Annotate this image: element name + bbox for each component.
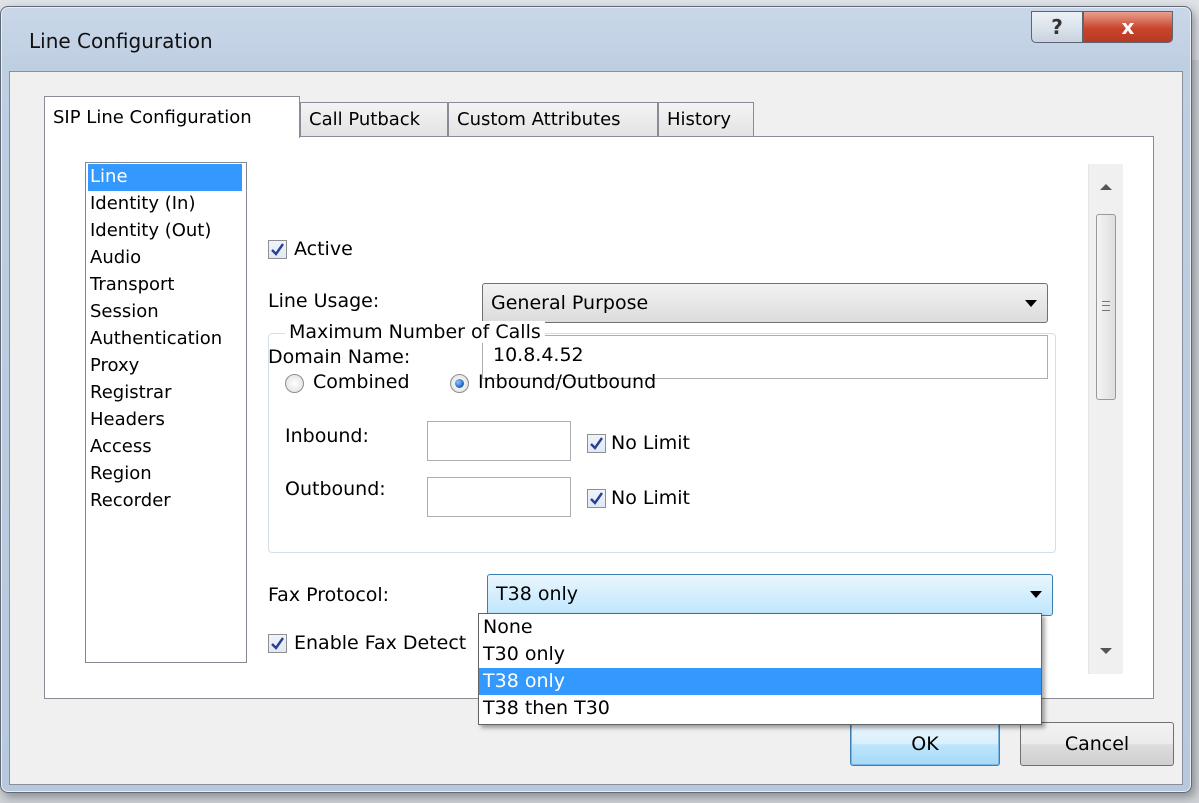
help-button[interactable]: ? xyxy=(1031,11,1083,43)
help-icon: ? xyxy=(1051,15,1063,39)
enable-fax-detection-checkbox[interactable] xyxy=(268,634,287,653)
section-item-headers[interactable]: Headers xyxy=(86,407,246,434)
section-item-access[interactable]: Access xyxy=(86,434,246,461)
inbound-outbound-radio[interactable] xyxy=(450,374,469,393)
section-item-proxy[interactable]: Proxy xyxy=(86,353,246,380)
inbound-no-limit-label: No Limit xyxy=(611,432,690,454)
inbound-label: Inbound: xyxy=(285,425,369,447)
fax-protocol-select[interactable]: T38 only xyxy=(487,574,1053,616)
section-item-authentication[interactable]: Authentication xyxy=(86,326,246,353)
section-list[interactable]: Line Identity (In) Identity (Out) Audio … xyxy=(85,162,247,663)
active-label: Active xyxy=(294,238,353,260)
scroll-down-icon[interactable] xyxy=(1100,648,1112,654)
scroll-thumb[interactable] xyxy=(1096,214,1116,400)
fax-protocol-dropdown-list[interactable]: None T30 only T38 only T38 then T30 xyxy=(478,613,1042,725)
section-item-registrar[interactable]: Registrar xyxy=(86,380,246,407)
section-item-identity-in[interactable]: Identity (In) xyxy=(86,191,246,218)
close-icon: x xyxy=(1121,15,1135,39)
chevron-down-icon xyxy=(1030,591,1042,598)
section-item-transport[interactable]: Transport xyxy=(86,272,246,299)
outbound-field[interactable] xyxy=(427,477,571,517)
line-usage-select[interactable]: General Purpose xyxy=(482,283,1048,323)
inbound-no-limit-checkbox[interactable] xyxy=(587,434,606,453)
fax-protocol-label: Fax Protocol: xyxy=(268,584,390,606)
tab-sip-line-configuration[interactable]: SIP Line Configuration xyxy=(44,96,300,138)
chevron-down-icon xyxy=(1025,300,1037,307)
section-item-region[interactable]: Region xyxy=(86,461,246,488)
outbound-no-limit-checkbox[interactable] xyxy=(587,489,606,508)
line-usage-label: Line Usage: xyxy=(268,290,380,312)
fax-option-none[interactable]: None xyxy=(479,614,1041,641)
cancel-button[interactable]: Cancel xyxy=(1020,722,1174,766)
combined-label: Combined xyxy=(313,371,410,393)
close-button[interactable]: x xyxy=(1083,11,1173,43)
checkmark-icon xyxy=(271,243,284,256)
checkmark-icon xyxy=(590,492,603,505)
line-usage-value: General Purpose xyxy=(491,292,649,314)
section-item-identity-out[interactable]: Identity (Out) xyxy=(86,218,246,245)
tab-history[interactable]: History xyxy=(658,102,754,136)
ok-button[interactable]: OK xyxy=(850,722,1000,766)
tab-custom-attributes[interactable]: Custom Attributes xyxy=(448,102,658,136)
max-calls-group-title: Maximum Number of Calls xyxy=(285,321,545,343)
vertical-scrollbar[interactable] xyxy=(1088,164,1123,674)
fax-option-t30-only[interactable]: T30 only xyxy=(479,641,1041,668)
fax-option-t38-only[interactable]: T38 only xyxy=(479,668,1041,695)
outbound-label: Outbound: xyxy=(285,478,386,500)
fax-option-t38-then-t30[interactable]: T38 then T30 xyxy=(479,695,1041,722)
combined-radio[interactable] xyxy=(285,374,304,393)
enable-fax-detection-label: Enable Fax Detect xyxy=(294,632,467,654)
section-item-audio[interactable]: Audio xyxy=(86,245,246,272)
scroll-up-icon[interactable] xyxy=(1100,184,1112,190)
outbound-no-limit-label: No Limit xyxy=(611,487,690,509)
active-checkbox[interactable] xyxy=(268,240,287,259)
grip-icon xyxy=(1102,301,1110,311)
inbound-outbound-label: Inbound/Outbound xyxy=(478,371,657,393)
section-item-line[interactable]: Line xyxy=(88,164,242,191)
window-title: Line Configuration xyxy=(29,29,213,53)
checkmark-icon xyxy=(271,637,284,650)
inbound-field[interactable] xyxy=(427,421,571,461)
section-item-recorder[interactable]: Recorder xyxy=(86,488,246,515)
tab-call-putback[interactable]: Call Putback xyxy=(300,102,448,136)
fax-protocol-value: T38 only xyxy=(496,583,579,605)
checkmark-icon xyxy=(590,437,603,450)
section-item-session[interactable]: Session xyxy=(86,299,246,326)
